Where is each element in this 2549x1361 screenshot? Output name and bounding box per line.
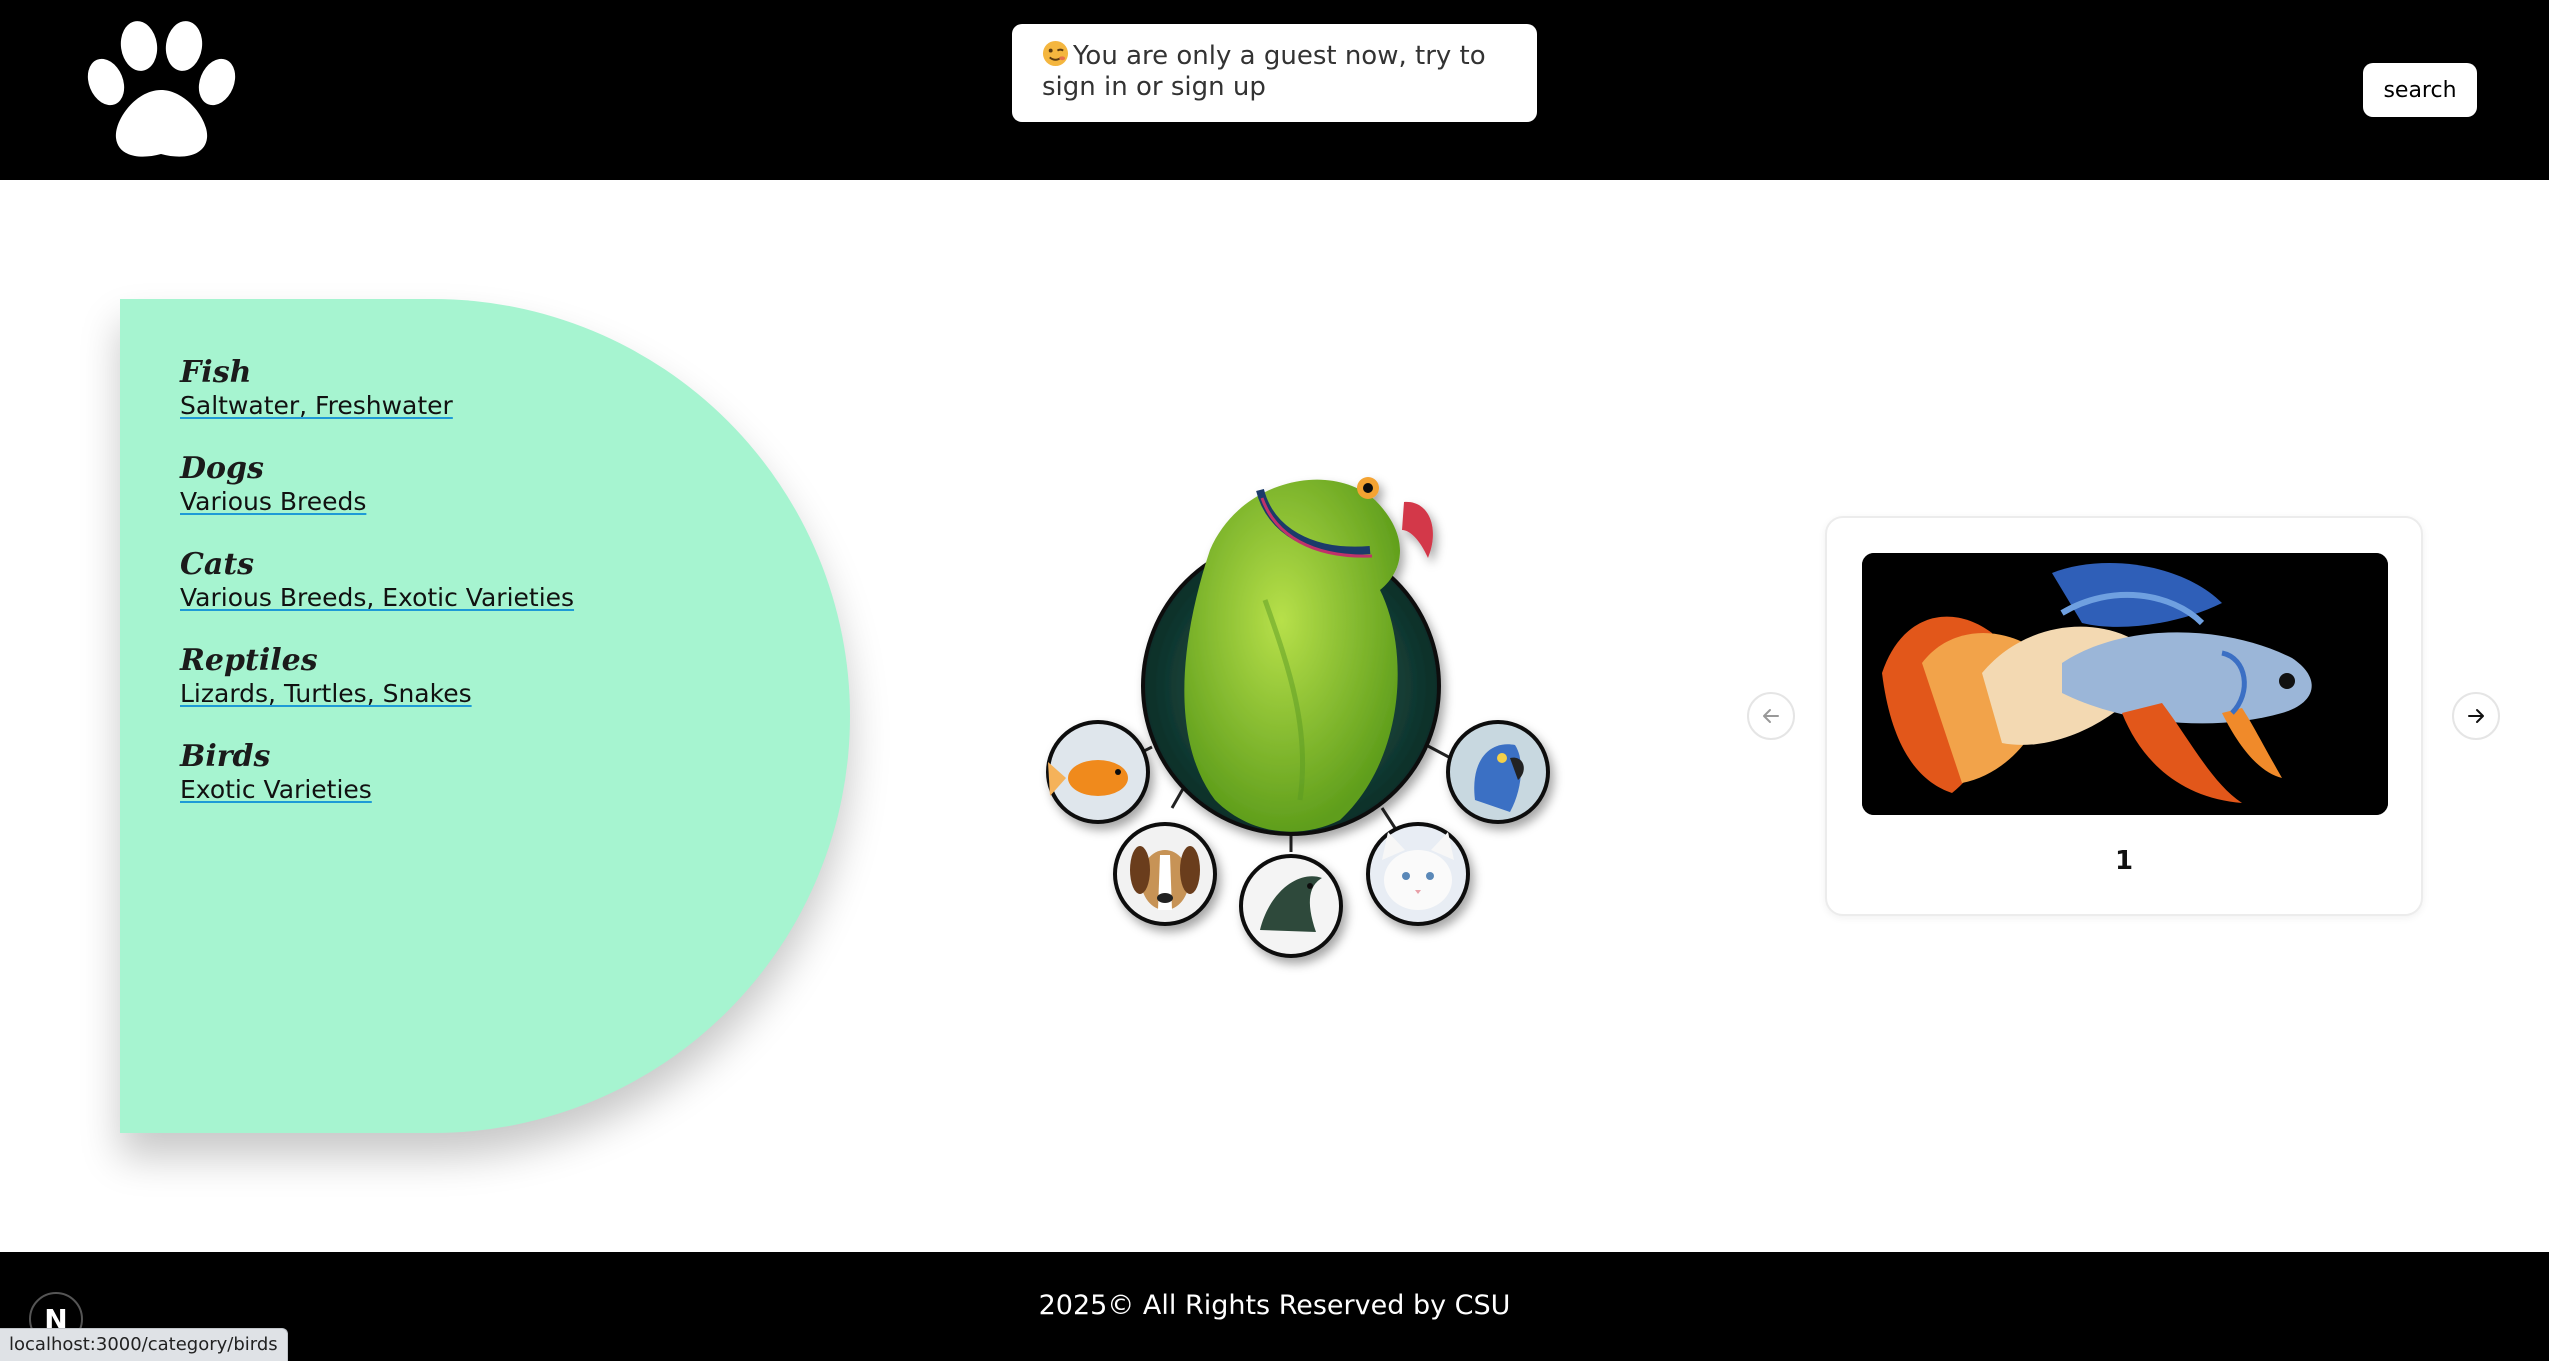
- paw-logo-icon[interactable]: [84, 20, 239, 160]
- fish-thumb-icon: [1046, 720, 1150, 824]
- category-title: Reptiles: [180, 643, 318, 678]
- category-title: Dogs: [180, 451, 264, 486]
- category-panel: Fish Saltwater, Freshwater Dogs Various …: [120, 299, 850, 1133]
- cat-thumb-icon: [1366, 822, 1470, 926]
- carousel-card: 1: [1825, 516, 2423, 916]
- category-fish: Fish Saltwater, Freshwater: [180, 355, 574, 451]
- category-link-birds[interactable]: Exotic Varieties: [180, 775, 372, 805]
- category-reptiles: Reptiles Lizards, Turtles, Snakes: [180, 643, 574, 739]
- carousel-slide-number: 1: [2114, 846, 2134, 876]
- category-birds: Birds Exotic Varieties: [180, 739, 574, 835]
- guest-message: You are only a guest now, try to sign in…: [1042, 41, 1486, 102]
- carousel-image[interactable]: [1862, 553, 2388, 815]
- category-list: Fish Saltwater, Freshwater Dogs Various …: [180, 355, 574, 835]
- category-title: Cats: [180, 547, 255, 582]
- status-bar-url: localhost:3000/category/birds: [0, 1328, 288, 1361]
- copyright-text: 2025© All Rights Reserved by CSU: [1038, 1290, 1511, 1321]
- site-footer: 2025© All Rights Reserved by CSU: [0, 1252, 2549, 1361]
- betta-fish-image: [1862, 553, 2388, 815]
- category-title: Birds: [180, 739, 271, 774]
- carousel-prev-button[interactable]: [1747, 692, 1795, 740]
- search-button[interactable]: search: [2363, 63, 2477, 117]
- site-header: You are only a guest now, try to sign in…: [0, 0, 2549, 180]
- category-link-reptiles[interactable]: Lizards, Turtles, Snakes: [180, 679, 472, 709]
- category-title: Fish: [180, 355, 252, 390]
- lizard-thumb-icon: [1239, 854, 1343, 958]
- category-dogs: Dogs Various Breeds: [180, 451, 574, 547]
- winking-face-icon: [1042, 40, 1069, 67]
- dog-thumb-icon: [1113, 822, 1217, 926]
- category-link-fish[interactable]: Saltwater, Freshwater: [180, 391, 453, 421]
- category-cats: Cats Various Breeds, Exotic Varieties: [180, 547, 574, 643]
- arrow-left-icon: [1763, 709, 1779, 723]
- arrow-right-icon: [2468, 709, 2484, 723]
- parrot-image: [1141, 477, 1441, 836]
- pet-hub-illustration: [1046, 477, 1550, 958]
- category-link-cats[interactable]: Various Breeds, Exotic Varieties: [180, 583, 574, 613]
- category-link-dogs[interactable]: Various Breeds: [180, 487, 366, 517]
- carousel-next-button[interactable]: [2452, 692, 2500, 740]
- guest-notice: You are only a guest now, try to sign in…: [1012, 24, 1537, 122]
- macaw-thumb-icon: [1446, 720, 1550, 824]
